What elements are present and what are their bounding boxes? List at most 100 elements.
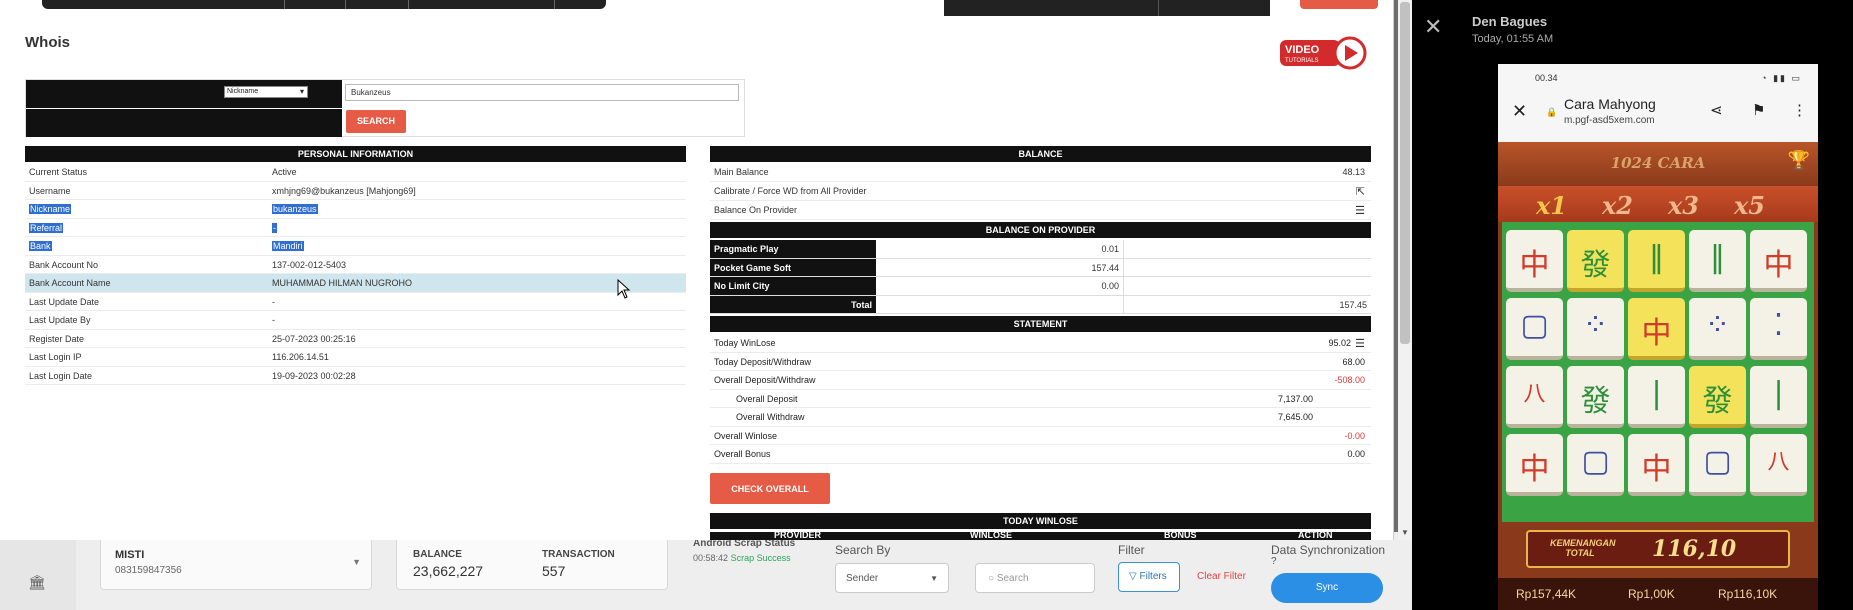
tile-red-dragon: 中: [1628, 298, 1685, 360]
scrap-time: 00:58:42: [693, 553, 729, 563]
table-row: Pragmatic Play 0.01: [710, 240, 1371, 259]
overall-withdraw-label: Overall Withdraw: [736, 412, 805, 422]
bookmark-icon: ⚑: [1752, 102, 1766, 119]
tile-green-dragon: 發: [1567, 366, 1624, 428]
provider-name: Pocket Game Soft: [710, 258, 876, 276]
search-type-select[interactable]: Nickname ▾: [224, 86, 308, 98]
search-type-value: Nickname: [227, 88, 259, 95]
list-icon[interactable]: ☰: [1355, 337, 1365, 350]
multiplier: x1: [1536, 191, 1568, 220]
balance-label: BALANCE: [413, 549, 462, 560]
chevron-down-icon: ▼: [352, 557, 361, 567]
search-by-value: Sender: [846, 573, 879, 584]
game-win: Rp116,10K: [1718, 587, 1778, 601]
overall-bonus-label: Overall Bonus: [714, 449, 771, 459]
phone-status-time: 00.34: [1535, 73, 1558, 83]
overall-dw-label: Overall Deposit/Withdraw: [714, 375, 816, 385]
provider-name: No Limit City: [710, 277, 876, 295]
row-value: Mandiri: [272, 241, 304, 251]
sync-button[interactable]: Sync: [1271, 573, 1383, 603]
video-tutorials-logo[interactable]: VIDEO TUTORIALS: [1280, 36, 1368, 70]
tile-bamboo: ‖: [1628, 230, 1685, 292]
tile-red-dragon: 中: [1750, 230, 1807, 292]
transaction-label: TRANSACTION: [542, 549, 615, 560]
top-toolbar-strip-right: [944, 0, 1270, 16]
multiplier: x5: [1734, 191, 1766, 220]
balance-on-provider-label: Balance On Provider: [714, 205, 798, 215]
top-action-button[interactable]: [1300, 0, 1378, 9]
row-label: Nickname: [29, 204, 72, 214]
table-row: Last Login Date 19-09-2023 00:02:28: [25, 367, 686, 385]
total-label: Total: [710, 295, 876, 313]
tile-character: 八: [1750, 434, 1807, 496]
table-row: Overall Deposit/Withdraw -508.00: [710, 371, 1371, 390]
main-balance-value: 48.13: [1342, 167, 1365, 177]
tile-circles: ⁘: [1689, 298, 1746, 360]
close-icon: ✕: [1512, 101, 1528, 121]
account-name: MISTI: [115, 549, 145, 561]
table-row: Username xmhjng69@bukanzeus [Mahjong69]: [25, 182, 686, 200]
search-by-select[interactable]: Sender ▼: [835, 563, 949, 593]
filters-button[interactable]: ▽ Filters: [1118, 562, 1180, 592]
overall-dw-value: -508.00: [1334, 375, 1365, 385]
check-overall-button[interactable]: CHECK OVERALL: [710, 473, 830, 504]
total-win-panel: KEMENANGAN TOTAL 116,10: [1526, 530, 1790, 568]
today-winlose-header: TODAY WINLOSE: [710, 513, 1371, 529]
close-icon[interactable]: ✕: [1424, 14, 1442, 40]
balance-on-provider-header: BALANCE ON PROVIDER: [710, 222, 1371, 238]
search-input[interactable]: ○ Search: [975, 563, 1095, 593]
more-icon: ⋮: [1792, 102, 1807, 119]
scrollbar-thumb[interactable]: [1400, 2, 1410, 344]
today-winlose-columns: PROVIDER WINLOSE BONUS ACTION: [710, 532, 1371, 540]
tile-circles: ⁚: [1750, 298, 1807, 360]
game-bet: Rp1,00K: [1628, 587, 1675, 601]
row-label: Current Status: [29, 167, 88, 177]
provider-table: Pragmatic Play 0.01 Pocket Game Soft 157…: [710, 240, 1371, 314]
balance-header: BALANCE: [710, 146, 1371, 162]
filter-label: Filter: [1118, 543, 1145, 557]
personal-info-header: PERSONAL INFORMATION: [25, 146, 686, 162]
external-link-icon[interactable]: ⇱: [1356, 185, 1365, 198]
scroll-down-icon[interactable]: ▼: [1401, 528, 1409, 537]
list-icon[interactable]: ☰: [1355, 204, 1365, 217]
filters-button-label: Filters: [1139, 571, 1167, 582]
game-banner: 1024 CARA 🏆: [1498, 142, 1818, 186]
row-label: Register Date: [29, 333, 85, 344]
row-value: xmhjng69@bukanzeus [Mahjong69]: [272, 185, 416, 196]
row-value: -: [272, 315, 275, 325]
calibrate-label: Calibrate / Force WD from All Provider: [714, 186, 867, 196]
tile-board: 中 發 ‖ ‖ 中 ▢ ⁘ 中 ⁘ ⁚ 八 發 | 發 | 中 ▢ 中 ▢ 八: [1502, 222, 1814, 522]
multiplier: x2: [1602, 191, 1634, 220]
viewer-time: Today, 01:55 AM: [1472, 33, 1554, 45]
provider-value: 157.44: [876, 258, 1124, 276]
tile-circles: ⁘: [1567, 298, 1624, 360]
tile-white-dragon: ▢: [1567, 434, 1624, 496]
whois-search-input[interactable]: Bukanzeus: [345, 84, 739, 101]
multiplier-bar: x1 x2 x3 x5: [1498, 186, 1818, 222]
chevron-down-icon: ▾: [299, 87, 304, 96]
mouse-cursor-icon: [617, 279, 631, 299]
row-label: Bank Account Name: [29, 278, 111, 288]
row-label: Bank: [29, 241, 52, 251]
bank-icon[interactable]: 🏛: [28, 574, 50, 592]
total-win-value: 116,10: [1652, 536, 1737, 562]
total-value: 157.45: [1339, 299, 1367, 310]
help-icon[interactable]: ?: [1271, 556, 1277, 567]
balance-table: Main Balance 48.13 Calibrate / Force WD …: [710, 163, 1371, 220]
trophy-icon: 🏆: [1787, 150, 1810, 170]
today-winlose-label: Today WinLose: [714, 338, 776, 348]
row-value: 19-09-2023 00:02:28: [272, 370, 356, 381]
table-row: Calibrate / Force WD from All Provider ⇱: [710, 182, 1371, 201]
account-selector[interactable]: MISTI 083159847356 ▼: [100, 538, 372, 590]
search-placeholder: Search: [996, 573, 1029, 584]
search-icon: ○: [988, 573, 995, 584]
signal-icon: ◔ ▮▮ ▭: [1761, 73, 1802, 83]
tile-red-dragon: 中: [1506, 434, 1563, 496]
search-button[interactable]: SEARCH: [346, 110, 406, 133]
clear-filter-link[interactable]: Clear Filter: [1197, 571, 1246, 582]
phone-status-bar: 00.34 ◔ ▮▮ ▭: [1498, 64, 1818, 86]
table-row: Register Date 25-07-2023 00:25:16: [25, 330, 686, 348]
account-stats: BALANCE 23,662,227 TRANSACTION 557: [396, 538, 668, 590]
multiplier: x3: [1668, 191, 1700, 220]
share-icon: ⋖: [1710, 102, 1723, 119]
